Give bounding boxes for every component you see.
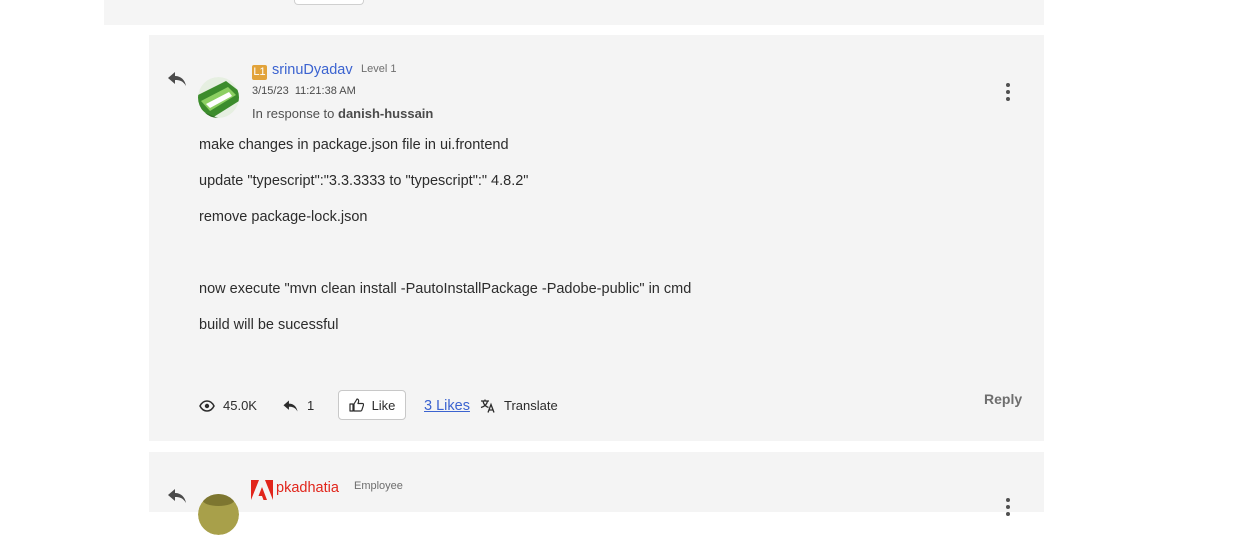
reply-arrow-icon [283, 400, 298, 411]
more-options-icon[interactable] [1005, 498, 1011, 519]
more-options-icon[interactable] [1005, 83, 1011, 104]
previous-post-card [104, 0, 1044, 25]
post-body-line: remove package-lock.json [199, 209, 368, 225]
post-time-value: 11:21:38 AM [294, 85, 356, 97]
reply-card: L1 srinuDyadav Level 1 3/15/23 11:21:38 … [149, 35, 1044, 441]
translate-icon [480, 399, 495, 413]
author-name[interactable]: srinuDyadav [272, 62, 353, 78]
next-reply-card: pkadhatia Employee [149, 452, 1044, 535]
reply-arrow-icon[interactable] [167, 70, 187, 88]
like-button[interactable]: Like [338, 390, 406, 420]
adobe-logo-icon [251, 480, 273, 500]
in-response-prefix: In response to [252, 106, 335, 121]
post-date-value: 3/15/23 [252, 85, 289, 97]
post-body-line: now execute "mvn clean install -PautoIns… [199, 281, 692, 297]
post-date: 3/15/23 11:21:38 AM [252, 85, 356, 97]
post-body-line: make changes in package.json file in ui.… [199, 137, 509, 153]
avatar[interactable] [198, 77, 239, 118]
replies-value: 1 [307, 398, 315, 413]
avatar[interactable] [198, 494, 239, 535]
views-value: 45.0K [223, 398, 257, 413]
like-label: Like [371, 397, 396, 413]
author-name[interactable]: pkadhatia [276, 480, 339, 496]
author-level: Level 1 [361, 63, 397, 75]
in-response-to: In response to danish-hussain [252, 106, 433, 121]
post-body-line: build will be sucessful [199, 317, 339, 333]
views-count: 45.0K [199, 398, 257, 413]
reply-button[interactable]: Reply [984, 391, 1022, 407]
author-role: Employee [354, 480, 403, 492]
translate-label: Translate [504, 398, 558, 413]
likes-count-link[interactable]: 3 Likes [424, 398, 470, 414]
eye-icon [199, 399, 215, 412]
in-response-user[interactable]: danish-hussain [338, 106, 433, 121]
reply-arrow-icon[interactable] [167, 487, 187, 505]
translate-button[interactable]: Translate [480, 398, 558, 413]
post-body-line: update "typescript":"3.3.3333 to "typesc… [199, 173, 529, 189]
replies-count[interactable]: 1 [282, 398, 314, 413]
previous-post-button[interactable] [294, 0, 364, 5]
thumbs-up-icon [348, 398, 364, 412]
rank-badge: L1 [252, 65, 267, 80]
